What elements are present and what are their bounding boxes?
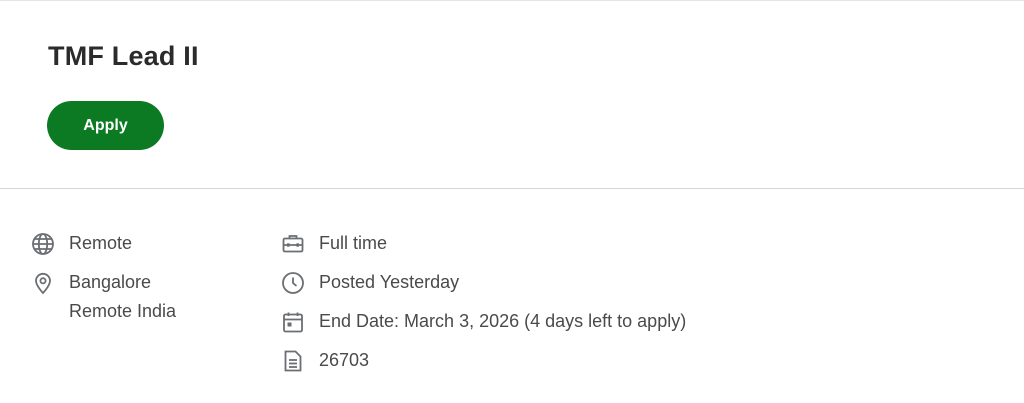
work-type-label: Remote xyxy=(69,233,133,253)
briefcase-icon xyxy=(281,232,305,256)
employment-type-row: Full time xyxy=(281,232,387,258)
document-icon xyxy=(281,349,305,373)
top-border xyxy=(0,0,1024,1)
job-title: TMF Lead II xyxy=(48,41,199,71)
location-pin-icon xyxy=(31,271,55,295)
location-line-1: Bangalore xyxy=(69,272,152,292)
job-id-row: 26703 xyxy=(281,349,369,375)
job-id-label: 26703 xyxy=(319,350,370,370)
clock-icon xyxy=(281,271,305,295)
posted-label: Posted Yesterday xyxy=(319,272,460,292)
posted-row: Posted Yesterday xyxy=(281,271,459,297)
location-row: Bangalore Remote India xyxy=(31,271,176,326)
end-date-row: End Date: March 3, 2026 (4 days left to … xyxy=(281,310,686,336)
globe-icon xyxy=(31,232,55,256)
work-type-row: Remote xyxy=(31,232,132,258)
apply-button[interactable]: Apply xyxy=(47,101,164,150)
location-text: Bangalore Remote India xyxy=(69,268,176,326)
employment-type-label: Full time xyxy=(319,233,388,253)
location-line-2: Remote India xyxy=(69,301,177,321)
section-divider xyxy=(0,188,1024,189)
calendar-icon xyxy=(281,310,305,334)
end-date-label: End Date: March 3, 2026 (4 days left to … xyxy=(319,311,687,331)
